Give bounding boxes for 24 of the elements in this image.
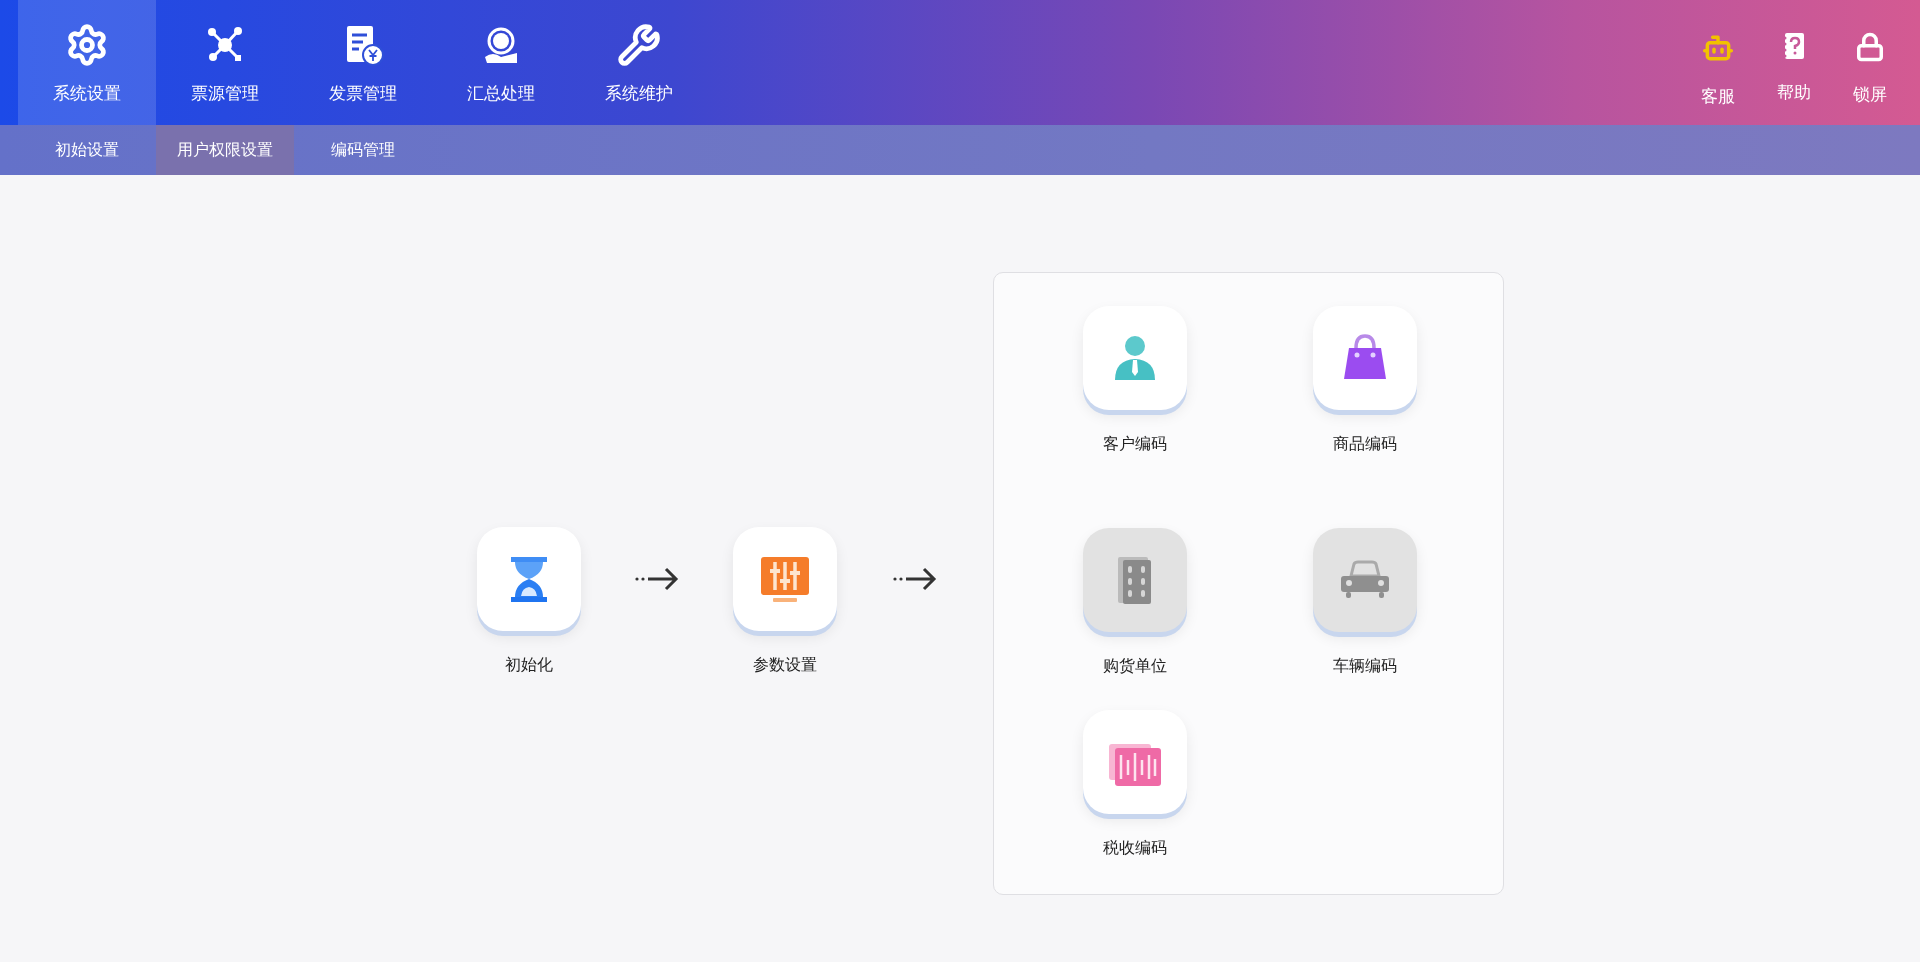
toolbar-button[interactable]: 帮助 xyxy=(1756,0,1832,125)
nav-tab[interactable]: 系统设置 xyxy=(18,0,156,125)
toolbar-button[interactable]: 客服 xyxy=(1680,0,1756,125)
dotted-arrow-icon xyxy=(634,566,680,592)
dotted-arrow-icon xyxy=(892,566,938,592)
toolbar-button[interactable]: 锁屏 xyxy=(1832,0,1908,125)
tile-label: 参数设置 xyxy=(753,655,817,675)
gear-icon xyxy=(65,23,109,67)
tile-label: 税收编码 xyxy=(1103,838,1167,858)
tile-label: 购货单位 xyxy=(1103,656,1167,676)
help-book-icon xyxy=(1782,32,1806,60)
tile-label: 商品编码 xyxy=(1333,434,1397,454)
sub-nav-tab[interactable]: 用户权限设置 xyxy=(156,125,294,175)
nav-tab[interactable]: 票源管理 xyxy=(156,0,294,125)
wrench-icon xyxy=(617,23,661,67)
tile-label: 车辆编码 xyxy=(1333,656,1397,676)
tile-label: 初始化 xyxy=(505,655,553,675)
tile-label: 客户编码 xyxy=(1103,434,1167,454)
nav-tab[interactable]: 发票管理 xyxy=(294,0,432,125)
lock-icon xyxy=(1855,32,1885,62)
nav-tab[interactable]: 系统维护 xyxy=(570,0,708,125)
nav-tab[interactable]: 汇总处理 xyxy=(432,0,570,125)
sub-nav-tab[interactable]: 初始设置 xyxy=(18,125,156,175)
sub-nav-tab[interactable]: 编码管理 xyxy=(294,125,432,175)
